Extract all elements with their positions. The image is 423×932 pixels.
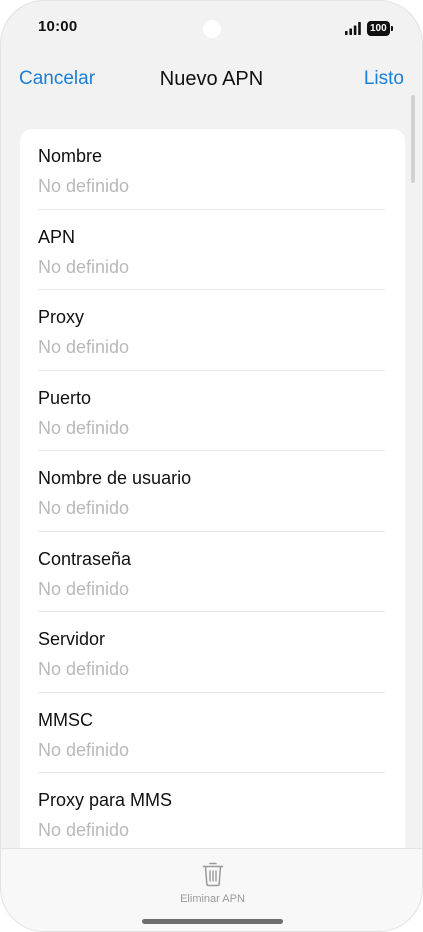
phone-screen: 10:00 100 Cancelar Nuevo APN Listo Nombr…: [0, 0, 423, 932]
field-label: Proxy para MMS: [38, 790, 173, 810]
field-label: Proxy: [38, 307, 85, 327]
field-value: No definido: [38, 337, 130, 357]
apn-fields-card: Nombre No definido APN No definido Proxy…: [20, 129, 405, 889]
field-value: No definido: [38, 176, 130, 196]
home-indicator[interactable]: [142, 919, 283, 924]
navigation-bar: Cancelar Nuevo APN Listo: [1, 57, 422, 101]
field-label: Contraseña: [38, 548, 132, 569]
field-value: No definido: [38, 659, 130, 679]
field-mms-proxy[interactable]: Proxy para MMS No definido: [20, 773, 405, 854]
signal-bars-icon: [345, 22, 361, 35]
field-server[interactable]: Servidor No definido: [20, 612, 405, 693]
done-button[interactable]: Listo: [364, 68, 404, 90]
page-title: Nuevo APN: [159, 68, 264, 90]
delete-apn-label: Eliminar APN: [180, 893, 245, 905]
field-value: No definido: [38, 256, 130, 277]
field-value: No definido: [38, 578, 130, 599]
field-value: No definido: [38, 417, 130, 438]
scroll-indicator: [411, 95, 415, 183]
field-value: No definido: [38, 739, 130, 760]
field-value: No definido: [38, 498, 130, 518]
field-label: MMSC: [38, 709, 93, 730]
field-label: Puerto: [38, 387, 92, 408]
battery-indicator: 100: [367, 21, 393, 36]
field-value: No definido: [38, 820, 130, 840]
status-bar: 10:00 100: [1, 1, 422, 57]
field-password[interactable]: Contraseña No definido: [20, 532, 405, 612]
field-name[interactable]: Nombre No definido: [20, 129, 405, 210]
field-label: Nombre de usuario: [38, 468, 192, 488]
trash-icon: [202, 862, 224, 887]
field-mmsc[interactable]: MMSC No definido: [20, 693, 405, 773]
delete-apn-button[interactable]: Eliminar APN: [161, 857, 264, 913]
field-port[interactable]: Puerto No definido: [20, 371, 405, 451]
field-label: APN: [38, 226, 76, 247]
status-time: 10:00: [38, 18, 78, 35]
field-label: Servidor: [38, 629, 106, 649]
field-proxy[interactable]: Proxy No definido: [20, 290, 405, 371]
field-apn[interactable]: APN No definido: [20, 210, 405, 290]
field-label: Nombre: [38, 146, 103, 166]
front-camera: [203, 20, 221, 38]
field-username[interactable]: Nombre de usuario No definido: [20, 451, 405, 532]
